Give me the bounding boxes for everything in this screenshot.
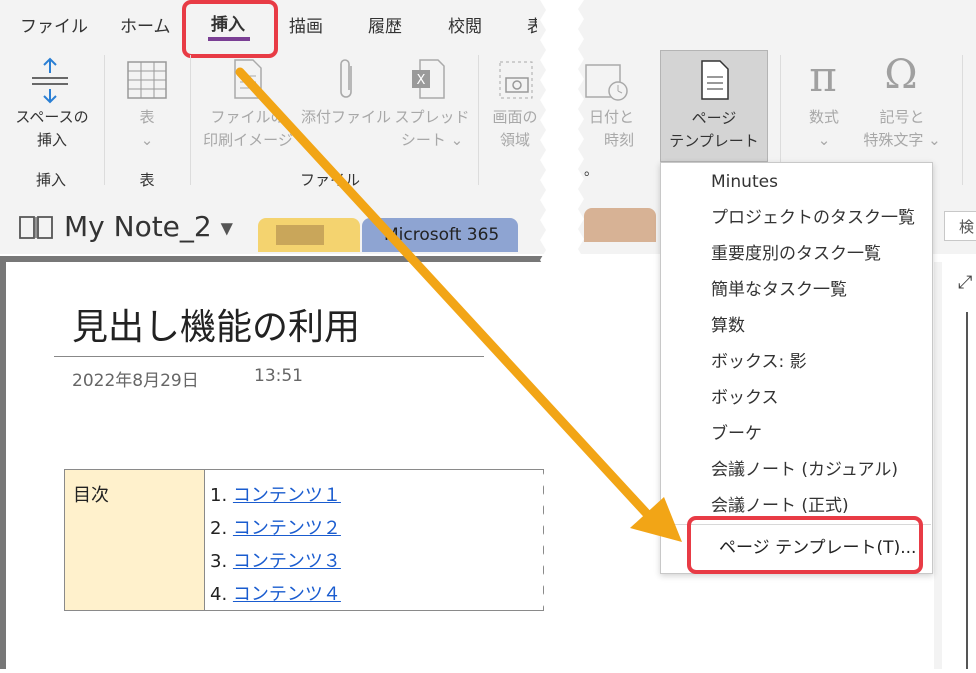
annotation-arrow (235, 67, 682, 542)
arrow-shaft (235, 67, 653, 520)
